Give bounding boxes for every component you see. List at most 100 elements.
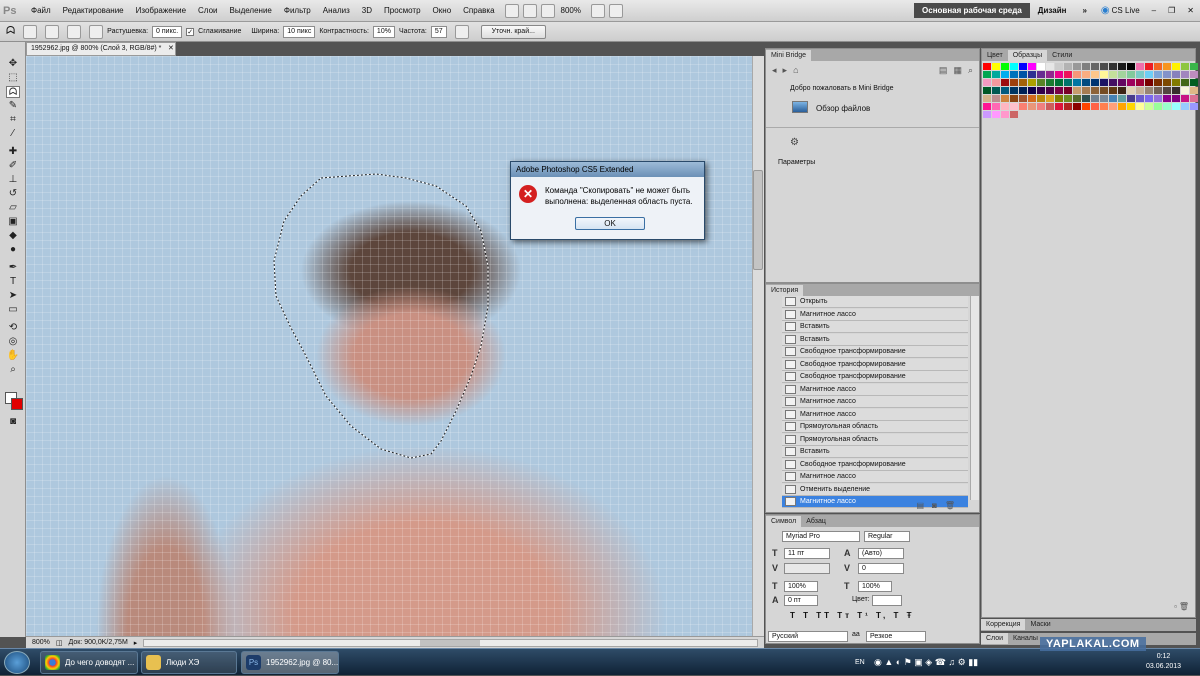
color-swatch[interactable]: [1046, 87, 1054, 94]
menu-filter[interactable]: Фильтр: [278, 0, 317, 22]
color-swatch[interactable]: [1100, 79, 1108, 86]
color-swatch[interactable]: [1172, 79, 1180, 86]
tab-masks[interactable]: Маски: [1025, 619, 1055, 630]
color-swatch[interactable]: [1127, 79, 1135, 86]
color-swatch[interactable]: [1136, 79, 1144, 86]
color-swatch[interactable]: [1001, 71, 1009, 78]
color-swatch[interactable]: [1082, 103, 1090, 110]
language-select[interactable]: Русский: [768, 631, 848, 642]
color-swatch[interactable]: [992, 95, 1000, 102]
type-tool-icon[interactable]: T: [6, 276, 20, 288]
intersect-selection-icon[interactable]: [89, 24, 104, 39]
color-swatch[interactable]: [1073, 103, 1081, 110]
path-select-tool-icon[interactable]: ➤: [6, 290, 20, 302]
color-swatch[interactable]: [1064, 87, 1072, 94]
pen-pressure-icon[interactable]: [454, 24, 469, 39]
color-swatch[interactable]: [1172, 103, 1180, 110]
status-info-icon[interactable]: ◫: [56, 639, 63, 647]
color-swatch[interactable]: [1136, 87, 1144, 94]
new-selection-icon[interactable]: [23, 24, 38, 39]
color-swatch[interactable]: [1091, 63, 1099, 70]
taskbar-chrome[interactable]: До чего доводят ...: [40, 651, 138, 674]
color-swatch[interactable]: [1064, 79, 1072, 86]
color-swatch[interactable]: [1154, 95, 1162, 102]
antialias-select[interactable]: Резкое: [866, 631, 926, 642]
history-item[interactable]: Отменить выделение: [782, 483, 968, 496]
refine-edge-button[interactable]: Уточн. край...: [480, 24, 546, 39]
history-item[interactable]: Магнитное лассо: [782, 308, 968, 321]
view-mode-icon[interactable]: ▤: [939, 65, 948, 76]
color-swatch[interactable]: [1073, 79, 1081, 86]
window-minimize-icon[interactable]: –: [1146, 0, 1162, 22]
taskbar-folder[interactable]: Люди ХЭ: [141, 651, 237, 674]
baseline-shift-input[interactable]: 0 пт: [784, 595, 818, 606]
color-swatch[interactable]: [1010, 95, 1018, 102]
color-swatch[interactable]: [1145, 103, 1153, 110]
frequency-input[interactable]: 57: [430, 25, 447, 38]
history-item[interactable]: Магнитное лассо: [782, 408, 968, 421]
history-item[interactable]: Вставить: [782, 321, 968, 333]
color-swatch[interactable]: [1181, 95, 1189, 102]
history-item[interactable]: Прямоугольная область: [782, 433, 968, 446]
settings-link[interactable]: Параметры: [778, 159, 815, 166]
workspace-more-icon[interactable]: »: [1074, 6, 1094, 15]
color-swatch[interactable]: [1055, 63, 1063, 70]
bridge-launch-button[interactable]: [504, 3, 519, 18]
history-item[interactable]: Открыть: [782, 296, 968, 308]
menu-help[interactable]: Справка: [457, 0, 500, 22]
color-swatch[interactable]: [1028, 79, 1036, 86]
color-swatch[interactable]: [1190, 103, 1198, 110]
color-swatch[interactable]: [1118, 87, 1126, 94]
color-swatch[interactable]: [1163, 87, 1171, 94]
color-swatch[interactable]: [1118, 79, 1126, 86]
color-swatch[interactable]: [1019, 79, 1027, 86]
back-arrow-icon[interactable]: ◂: [772, 65, 777, 76]
color-swatch[interactable]: [1055, 79, 1063, 86]
language-indicator[interactable]: EN: [855, 649, 865, 676]
history-item[interactable]: Свободное трансформирование: [782, 371, 968, 383]
tab-swatches[interactable]: Образцы: [1007, 50, 1048, 61]
color-swatch[interactable]: [1136, 63, 1144, 70]
browse-files-icon[interactable]: [792, 101, 808, 113]
subtract-selection-icon[interactable]: [67, 24, 82, 39]
history-scrollbar[interactable]: [970, 296, 979, 500]
home-icon[interactable]: ⌂: [793, 65, 798, 76]
color-swatch[interactable]: [1100, 71, 1108, 78]
quick-select-tool-icon[interactable]: ✎: [6, 100, 20, 112]
history-item[interactable]: Магнитное лассо: [782, 396, 968, 408]
color-swatch[interactable]: [1001, 79, 1009, 86]
delete-swatch-icon[interactable]: 🗑: [1179, 602, 1189, 611]
horizontal-scale-input[interactable]: 100%: [858, 581, 892, 592]
color-swatch[interactable]: [1064, 71, 1072, 78]
color-swatch[interactable]: [1082, 79, 1090, 86]
color-swatch[interactable]: [1082, 87, 1090, 94]
canvas-horizontal-scroll-thumb[interactable]: [420, 639, 481, 646]
color-swatch[interactable]: [1172, 87, 1180, 94]
start-button[interactable]: [4, 651, 30, 674]
brush-tool-icon[interactable]: ✐: [6, 160, 20, 172]
blur-tool-icon[interactable]: ◆: [6, 230, 20, 242]
color-swatch[interactable]: [1028, 87, 1036, 94]
tab-styles[interactable]: Стили: [1047, 50, 1077, 61]
history-new-document-icon[interactable]: ▤: [916, 501, 924, 510]
color-swatch[interactable]: [1055, 103, 1063, 110]
color-swatch[interactable]: [1064, 63, 1072, 70]
font-style-select[interactable]: Regular: [864, 531, 910, 542]
color-swatch[interactable]: [1154, 71, 1162, 78]
color-swatch[interactable]: [983, 111, 991, 118]
menu-window[interactable]: Окно: [427, 0, 458, 22]
color-swatch[interactable]: [1073, 63, 1081, 70]
color-swatch[interactable]: [1181, 71, 1189, 78]
menu-image[interactable]: Изображение: [130, 0, 192, 22]
3d-rotate-tool-icon[interactable]: ⟲: [6, 322, 20, 334]
color-swatch[interactable]: [1145, 71, 1153, 78]
color-swatch[interactable]: [1109, 63, 1117, 70]
color-swatch[interactable]: [1019, 103, 1027, 110]
history-item[interactable]: Вставить: [782, 446, 968, 458]
history-item[interactable]: Прямоугольная область: [782, 421, 968, 433]
color-swatch[interactable]: [1010, 63, 1018, 70]
color-swatch[interactable]: [1046, 71, 1054, 78]
color-swatch[interactable]: [1037, 95, 1045, 102]
add-selection-icon[interactable]: [45, 24, 60, 39]
color-swatch[interactable]: [1001, 103, 1009, 110]
